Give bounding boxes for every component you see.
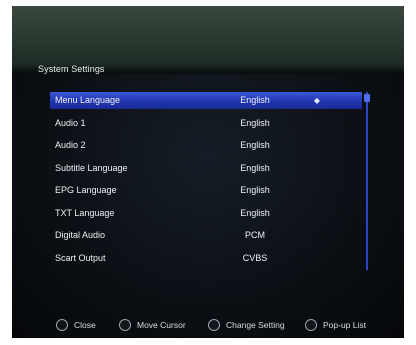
menu-item-menu-language[interactable]: Menu Language English ◆ [50, 92, 362, 115]
menu-item-label: Audio 1 [55, 117, 86, 128]
menu-item-value: English [240, 207, 270, 218]
hint-change-setting: Change Setting [208, 318, 285, 332]
menu-item-digital-audio[interactable]: Digital Audio PCM [50, 227, 362, 250]
left-right-arrows-icon: ◆ [313, 96, 321, 105]
menu-item-label: Subtitle Language [55, 162, 128, 173]
menu-item-value: English [240, 117, 270, 128]
page-title: System Settings [38, 64, 105, 74]
ok-key-icon [119, 318, 131, 331]
menu-item-audio-1[interactable]: Audio 1 English [50, 115, 362, 138]
footer-hints: Close Move Cursor Change Setting Pop-up … [12, 318, 404, 332]
menu-item-label: TXT Language [55, 207, 115, 218]
menu-item-label: Digital Audio [55, 230, 106, 240]
menu-item-scart-output[interactable]: Scart Output CVBS [50, 250, 362, 273]
menu-item-value: PCM [245, 230, 265, 240]
hint-close-label: Close [74, 320, 96, 330]
scrollbar-track[interactable] [366, 92, 368, 270]
arrow-key-icon [208, 318, 220, 331]
menu-item-epg-language[interactable]: EPG Language English [50, 182, 362, 205]
scrollbar-thumb[interactable] [364, 94, 370, 102]
menu-item-value: English [240, 140, 270, 150]
menu-item-label: Menu Language [55, 95, 121, 105]
hint-close: Close [56, 318, 96, 332]
tv-screen: System Settings Menu Language English ◆ … [12, 6, 404, 338]
menu-item-label: Scart Output [55, 252, 106, 263]
hint-popup-list-label: Pop-up List [323, 320, 366, 330]
menu-item-value: English [240, 95, 270, 105]
exit-key-icon [56, 318, 68, 331]
hint-move-cursor-label: Move Cursor [137, 320, 186, 330]
hint-move-cursor: Move Cursor [119, 318, 186, 332]
hint-change-setting-label: Change Setting [226, 320, 285, 330]
menu-item-label: EPG Language [55, 185, 117, 195]
menu-item-subtitle-language[interactable]: Subtitle Language English [50, 160, 362, 183]
ok-key-icon [305, 318, 317, 331]
menu-item-audio-2[interactable]: Audio 2 English [50, 137, 362, 160]
menu-item-value: CVBS [242, 252, 268, 263]
menu-item-value: English [240, 185, 270, 195]
menu-item-value: English [240, 162, 270, 173]
settings-menu: Menu Language English ◆ Audio 1 English … [50, 92, 362, 272]
hint-popup-list: Pop-up List [305, 318, 366, 332]
menu-item-txt-language[interactable]: TXT Language English [50, 205, 362, 228]
menu-item-label: Audio 2 [55, 140, 86, 150]
